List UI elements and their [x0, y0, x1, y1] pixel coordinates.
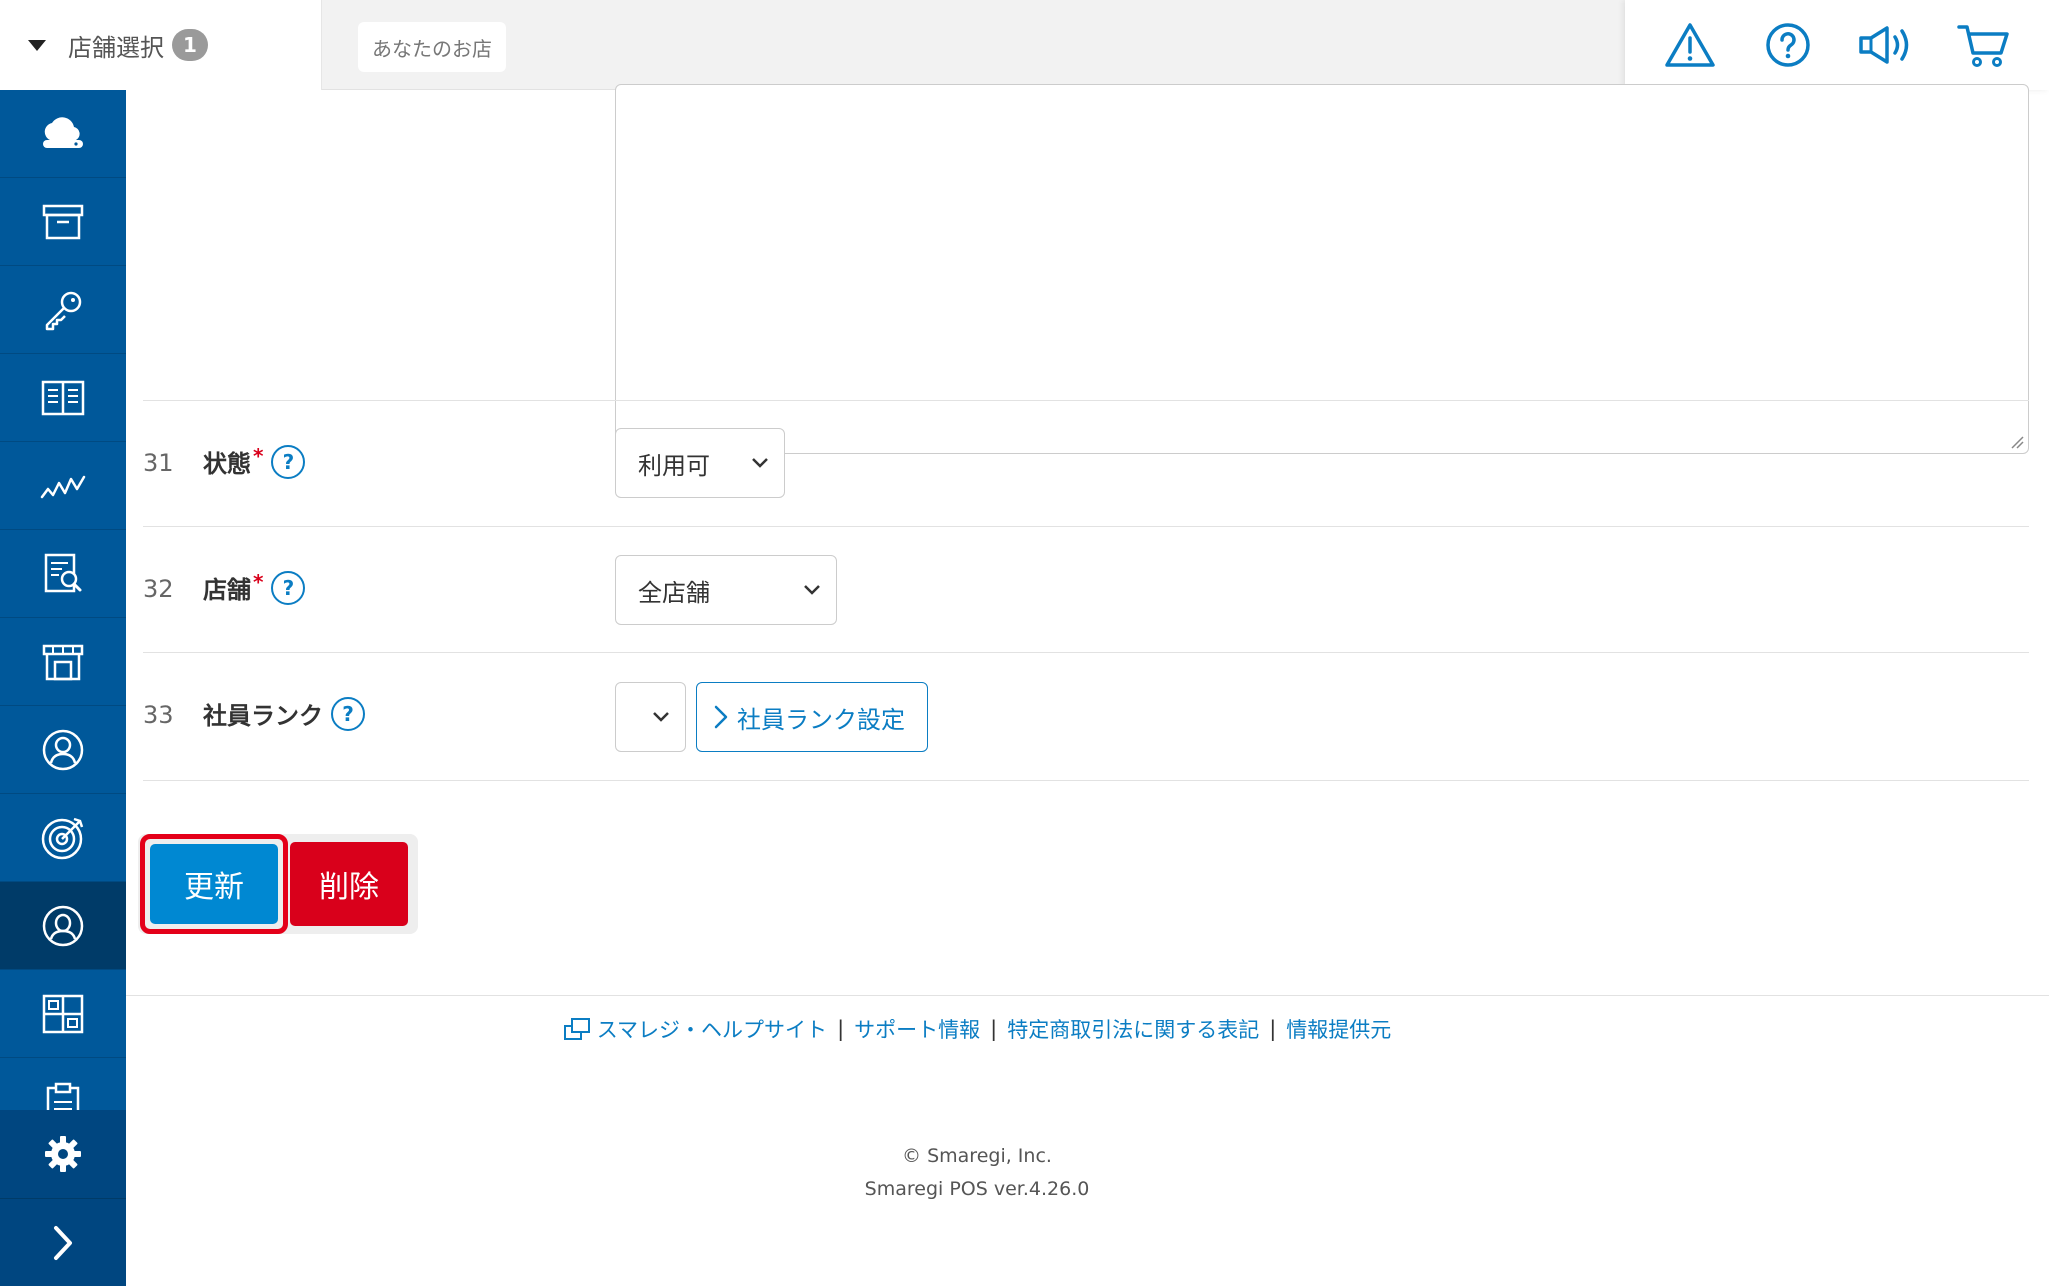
footer-divider: [126, 995, 2049, 996]
footer-separator: |: [837, 1017, 845, 1041]
customer-icon: [42, 729, 84, 770]
external-link-icon: [563, 1018, 590, 1040]
employee-rank-select[interactable]: [615, 682, 686, 752]
chevron-right-icon: [714, 705, 728, 729]
row-divider: [143, 526, 2029, 527]
help-site-link[interactable]: スマレジ・ヘルプサイト: [597, 1014, 827, 1044]
copyright: © Smaregi, Inc.: [902, 1145, 1052, 1167]
sidebar-item-store[interactable]: [0, 618, 126, 706]
row-divider: [143, 780, 2029, 781]
sidebar-item-archive[interactable]: [0, 178, 126, 266]
report-search-icon: [44, 553, 82, 592]
store-count-badge: 1: [172, 29, 208, 61]
employee-rank-settings-button[interactable]: 社員ランク設定: [696, 682, 928, 752]
employee-rank-label: 社員ランク: [203, 702, 323, 730]
required-mark: *: [253, 570, 264, 594]
sidebar-item-reports[interactable]: [0, 530, 126, 618]
row-number: 33: [143, 701, 174, 729]
status-select[interactable]: 利用可: [615, 428, 785, 498]
resize-grip-icon[interactable]: [2010, 435, 2024, 449]
support-info-link[interactable]: サポート情報: [854, 1014, 980, 1044]
caret-down-icon: [28, 39, 46, 51]
footer-separator: |: [1269, 1017, 1277, 1041]
sidebar-item-target[interactable]: [0, 794, 126, 882]
row-number: 32: [143, 575, 174, 603]
employee-rank-label-group: 社員ランク ?: [203, 696, 365, 731]
help-icon[interactable]: ?: [271, 570, 306, 605]
sidebar-item-customers[interactable]: [0, 706, 126, 794]
sidebar: [0, 90, 126, 1286]
cloud-icon: [43, 116, 83, 148]
current-store-chip[interactable]: あなたのお店: [358, 22, 506, 72]
store-label: 店舗: [203, 576, 251, 604]
sidebar-item-staff[interactable]: [0, 882, 126, 970]
help-icon[interactable]: [1757, 14, 1819, 76]
store-select-field[interactable]: 全店舗: [615, 555, 837, 625]
megaphone-icon[interactable]: [1855, 14, 1917, 76]
remarks-textarea[interactable]: [615, 84, 2029, 454]
delete-button[interactable]: 削除: [290, 842, 408, 926]
sidebar-item-book[interactable]: [0, 354, 126, 442]
archive-icon: [42, 204, 84, 239]
store-select-value: 全店舗: [638, 578, 710, 607]
help-icon[interactable]: ?: [271, 444, 306, 479]
warning-icon[interactable]: [1659, 14, 1721, 76]
staff-icon: [42, 905, 84, 946]
required-mark: *: [253, 444, 264, 468]
info-provider-link[interactable]: 情報提供元: [1286, 1014, 1391, 1044]
top-bar: 店舗選択 1 あなたのお店: [0, 0, 2049, 90]
store-select-label: 店舗選択: [68, 33, 164, 62]
chevron-down-icon: [653, 712, 669, 722]
store-select[interactable]: 店舗選択 1: [0, 0, 322, 90]
chevron-down-icon: [804, 585, 820, 595]
key-icon: [45, 291, 82, 330]
employee-rank-settings-label: 社員ランク設定: [737, 705, 905, 734]
sidebar-item-analytics[interactable]: [0, 442, 126, 530]
update-button[interactable]: 更新: [150, 844, 278, 924]
store-label-group: 店舗 * ?: [203, 570, 306, 605]
header-actions: [1625, 0, 2049, 90]
book-icon: [41, 380, 85, 415]
footer-links: スマレジ・ヘルプサイト | サポート情報 | 特定商取引法に関する表記 | 情報…: [0, 1014, 1954, 1044]
chevron-down-icon: [752, 458, 768, 468]
target-icon: [41, 817, 84, 859]
app-root: 店舗選択 1 あなたのお店 31 状態 * ? 利用可 32 店舗 * ? 全店…: [0, 0, 2049, 1286]
chart-line-icon: [40, 475, 86, 498]
row-divider: [143, 400, 2029, 401]
status-label: 状態: [203, 450, 251, 478]
cart-icon[interactable]: [1953, 14, 2015, 76]
footer-separator: |: [990, 1017, 998, 1041]
status-select-value: 利用可: [638, 451, 710, 480]
row-divider: [143, 652, 2029, 653]
store-icon: [42, 644, 84, 680]
sidebar-item-key[interactable]: [0, 266, 126, 354]
row-number: 31: [143, 449, 174, 477]
expand-sidebar-button[interactable]: [0, 1198, 126, 1286]
version-text: Smaregi POS ver.4.26.0: [864, 1178, 1090, 1200]
help-icon[interactable]: ?: [331, 696, 365, 731]
main-content: 31 状態 * ? 利用可 32 店舗 * ? 全店舗 33 社員ランク ? 社…: [126, 84, 2049, 1286]
sidebar-item-cloud[interactable]: [0, 90, 126, 178]
chevron-right-icon: [54, 1225, 72, 1260]
commercial-law-link[interactable]: 特定商取引法に関する表記: [1007, 1014, 1259, 1044]
status-label-group: 状態 * ?: [203, 444, 306, 479]
